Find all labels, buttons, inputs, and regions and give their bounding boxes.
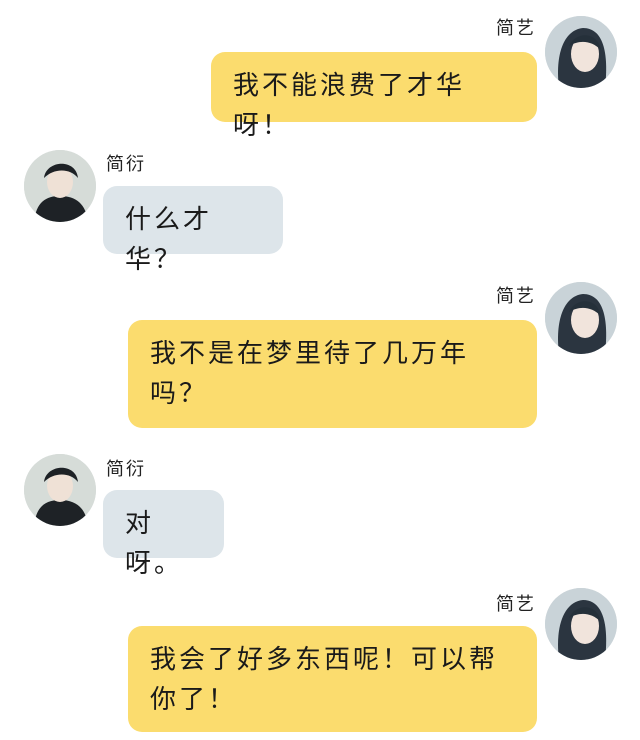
message-bubble: 我会了好多东西呢！可以帮你了！ <box>128 626 537 732</box>
sender-name: 简艺 <box>496 594 536 615</box>
sender-name: 简衍 <box>106 459 146 480</box>
message-bubble: 我不是在梦里待了几万年吗？ <box>128 320 537 428</box>
boy-avatar-icon[interactable] <box>24 454 96 526</box>
sender-name: 简艺 <box>496 286 536 307</box>
message-bubble: 对呀。 <box>103 490 224 579</box>
girl-avatar-icon[interactable] <box>545 16 617 88</box>
sender-name: 简艺 <box>496 18 536 39</box>
message-bubble: 我不能浪费了才华呀！ <box>211 52 537 141</box>
message-bubble: 什么才华？ <box>103 186 283 275</box>
girl-avatar-icon[interactable] <box>545 588 617 660</box>
boy-avatar-icon[interactable] <box>24 150 96 222</box>
sender-name: 简衍 <box>106 154 146 175</box>
girl-avatar-icon[interactable] <box>545 282 617 354</box>
